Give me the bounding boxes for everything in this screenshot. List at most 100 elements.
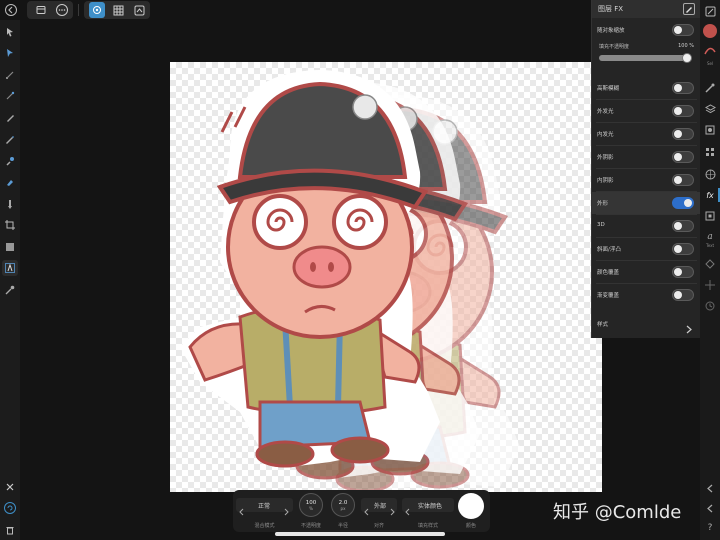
radius-dial[interactable]: 2.0 px [331,493,355,517]
move-tool-icon[interactable] [2,24,18,40]
watermark: 知乎 @Comlde [553,502,682,523]
left-toolbar [0,20,20,540]
fill-type-label: 填充样式 [417,523,438,529]
effect-row[interactable]: 外阴影 [592,146,701,168]
chevron-right-icon[interactable] [390,501,395,520]
opacity-dial[interactable]: 100 % [299,493,323,517]
effect-row[interactable]: 颜色覆盖 [592,261,701,283]
constraints-icon[interactable] [702,277,718,293]
fill-opacity-slider-fill [599,55,691,61]
history-icon[interactable] [2,500,18,516]
transparency-tool-icon[interactable] [2,196,18,212]
blend-mode-label: 混合模式 [254,523,275,529]
photo-persona-icon[interactable] [89,2,105,18]
effect-row[interactable]: 内阴影 [592,169,701,191]
fill-type-value: 实体颜色 [417,502,442,510]
chevron-left-icon[interactable] [405,501,410,520]
document-icon[interactable] [33,2,49,18]
pencil-tool-icon[interactable] [2,131,18,147]
effect-row[interactable]: 3D [592,215,701,237]
panel-options-icon[interactable] [683,3,695,15]
grid-icon[interactable] [110,2,126,18]
effect-toggle[interactable] [672,151,694,163]
effect-toggle[interactable] [672,105,694,117]
right-studio-strip: Sel fx a Text ? [700,0,720,540]
adjustments-icon[interactable] [702,122,718,138]
delete-icon[interactable] [2,522,18,538]
document-canvas[interactable] [170,62,602,492]
brushes-icon[interactable] [702,80,718,96]
transform-icon[interactable] [702,208,718,224]
effect-label: 高斯模糊 [597,86,620,92]
fill-opacity-value: 100 % [678,43,694,49]
fill-opacity-row: 填充不透明度 100 % [592,41,701,67]
select-tool-icon[interactable] [2,45,18,61]
crop-tool-icon[interactable] [2,217,18,233]
close-icon[interactable] [2,479,18,495]
effect-row[interactable]: 高斯模糊 [592,77,701,99]
fill-tool-icon[interactable] [2,174,18,190]
color-wheel-icon[interactable] [702,166,718,182]
effect-row[interactable]: 斜面/浮凸 [592,238,701,260]
navigator-icon[interactable] [702,3,718,19]
effect-toggle[interactable] [672,243,694,255]
effect-row[interactable]: 外发光 [592,100,701,122]
effect-label: 外发光 [597,109,614,115]
effect-toggle[interactable] [672,289,694,301]
corner-tool-icon[interactable] [2,88,18,104]
pig-character-artwork [170,62,602,492]
eyedropper-tool-icon[interactable] [2,282,18,298]
glyph-icon[interactable] [702,256,718,272]
styles-row[interactable]: 样式 [592,313,701,335]
effect-toggle[interactable] [672,266,694,278]
effect-row[interactable]: 外形 [592,192,701,214]
panel-title: 图层 FX [598,5,624,13]
opacity-label: 不透明度 [300,523,321,529]
layer-fx-panel: 图层 FX 随对象缩放 填充不透明度 100 % 高斯模糊 外发光 内发光 外阴影 内阴… [591,0,701,338]
effect-toggle[interactable] [672,220,694,232]
effect-row[interactable]: 内发光 [592,123,701,145]
expand-icon[interactable] [702,500,718,516]
effect-label: 渐变覆盖 [597,293,620,299]
blend-mode-value: 正常 [257,502,270,510]
effect-toggle[interactable] [672,128,694,140]
effect-toggle[interactable] [672,82,694,94]
collapse-icon[interactable] [702,480,718,496]
more-icon[interactable] [54,2,70,18]
effect-label: 颜色覆盖 [597,270,620,276]
fill-color-swatch[interactable] [458,493,484,519]
help-icon[interactable]: ? [702,520,718,536]
color-swatch[interactable] [703,24,717,38]
pen-tool-icon[interactable] [2,110,18,126]
swatches-icon[interactable] [702,144,718,160]
export-persona-icon[interactable] [131,2,147,18]
effect-label: 3D [597,222,605,228]
toolbar-separator [78,4,79,16]
effect-row[interactable]: 渐变覆盖 [592,284,701,306]
opacity-unit: % [309,505,313,511]
clock-icon[interactable] [702,298,718,314]
brush-tool-icon[interactable] [2,153,18,169]
fill-opacity-slider-knob[interactable] [682,53,692,63]
styles-label: 样式 [597,322,609,328]
scale-with-object-toggle[interactable] [672,24,694,36]
node-tool-icon[interactable] [2,67,18,83]
chevron-right-icon [686,319,692,338]
text-tool-icon[interactable] [2,260,18,276]
effect-toggle[interactable] [672,197,694,209]
align-label: 对齐 [373,523,384,529]
layers-icon[interactable] [702,101,718,117]
color-label: 颜色 [465,523,476,529]
effect-label: 斜面/浮凸 [597,247,621,253]
back-icon[interactable] [3,2,19,18]
effect-toggle[interactable] [672,174,694,186]
fill-opacity-slider[interactable] [599,53,692,63]
chevron-left-icon[interactable] [239,501,244,520]
chevron-right-icon[interactable] [284,501,289,520]
stroke-icon[interactable] [702,43,718,59]
effect-label: 外阴影 [597,155,614,161]
text-label: Text [705,243,715,248]
home-indicator[interactable] [275,532,445,536]
fx-icon[interactable]: fx [702,187,718,203]
shape-tool-icon[interactable] [2,239,18,255]
